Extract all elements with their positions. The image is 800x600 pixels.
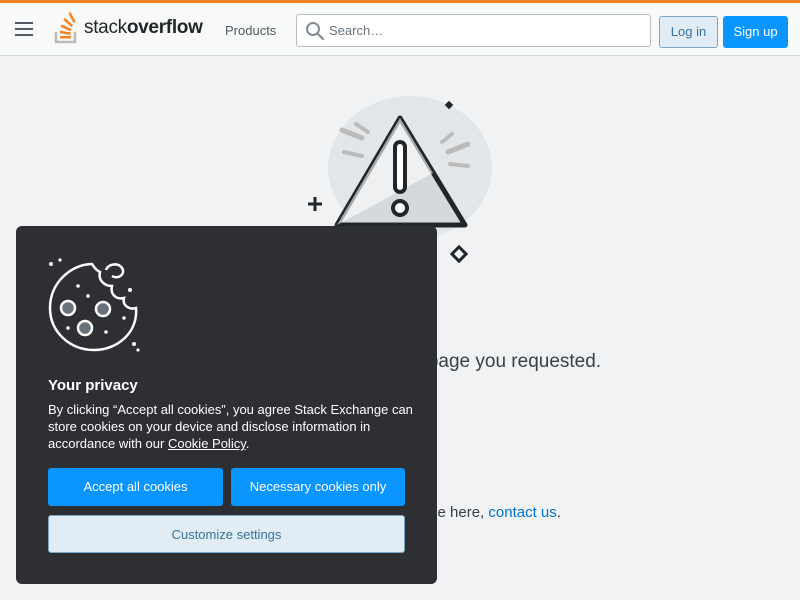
- necessary-cookies-only-button[interactable]: Necessary cookies only: [231, 468, 405, 506]
- cookie-policy-link[interactable]: Cookie Policy: [168, 436, 246, 451]
- cookie-dialog-title: Your privacy: [48, 377, 138, 394]
- cookie-icon: [48, 258, 140, 352]
- customize-settings-button[interactable]: Customize settings: [48, 515, 405, 553]
- logo-wordmark: stackoverflow: [84, 17, 203, 38]
- hamburger-menu-icon[interactable]: [15, 22, 33, 36]
- stackoverflow-logo[interactable]: stackoverflow: [54, 12, 203, 44]
- accept-all-cookies-button[interactable]: Accept all cookies: [48, 468, 223, 506]
- search-input[interactable]: [329, 15, 639, 46]
- cookie-consent-dialog: Your privacy By clicking “Accept all coo…: [16, 226, 437, 584]
- cookie-text-end: .: [245, 436, 250, 451]
- search-box[interactable]: [296, 14, 651, 47]
- signup-button[interactable]: Sign up: [723, 16, 788, 48]
- cookie-dialog-text: By clicking “Accept all cookies”, you ag…: [48, 401, 418, 452]
- contact-us-link[interactable]: contact us: [488, 504, 556, 521]
- top-navigation-bar: stackoverflow Products Log in Sign up: [0, 0, 800, 56]
- products-menu-link[interactable]: Products: [215, 21, 286, 40]
- error-message: e page you requested.: [412, 351, 602, 372]
- login-button[interactable]: Log in: [659, 16, 718, 48]
- stackoverflow-logo-icon: [54, 12, 77, 44]
- search-icon: [306, 22, 325, 41]
- contact-suffix: .: [556, 504, 561, 521]
